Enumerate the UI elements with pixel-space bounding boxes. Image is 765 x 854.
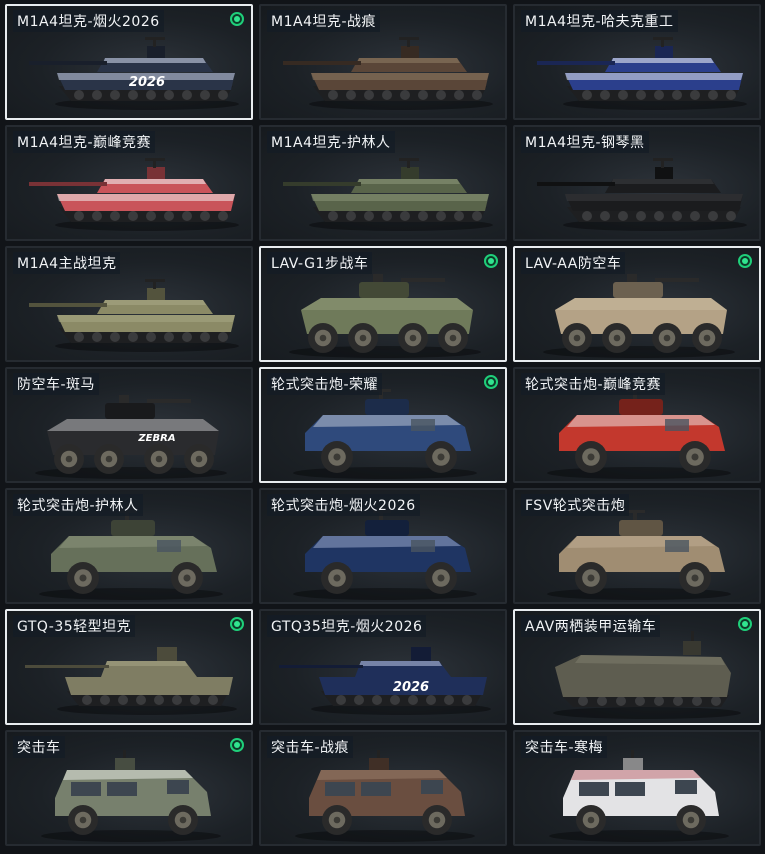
- vehicle-skin-card[interactable]: M1A4坦克-护林人: [259, 125, 507, 241]
- vehicle-skin-card[interactable]: GTQ-35轻型坦克: [5, 609, 253, 725]
- vehicle-skin-name: M1A4坦克-巅峰竞赛: [13, 131, 156, 153]
- vehicle-skin-name: AAV两栖装甲运输车: [521, 615, 661, 637]
- owned-indicator-icon: [738, 617, 752, 631]
- vehicle-skin-name: M1A4坦克-烟火2026: [13, 10, 164, 32]
- vehicle-skin-card[interactable]: LAV-G1步战车: [259, 246, 507, 362]
- owned-indicator-icon: [230, 738, 244, 752]
- vehicle-skin-name: LAV-AA防空车: [521, 252, 626, 274]
- vehicle-skin-name: 轮式突击炮-荣耀: [267, 373, 383, 395]
- vehicle-skin-name: 轮式突击炮-巅峰竞赛: [521, 373, 666, 395]
- vehicle-skin-card[interactable]: M1A4主战坦克: [5, 246, 253, 362]
- vehicle-skin-name: 突击车: [13, 736, 65, 758]
- vehicle-skin-card[interactable]: ZEBRA 防空车-斑马: [5, 367, 253, 483]
- vehicle-skin-name: GTQ35坦克-烟火2026: [267, 615, 427, 637]
- vehicle-skin-card[interactable]: 轮式突击炮-巅峰竞赛: [513, 367, 761, 483]
- vehicle-skin-card[interactable]: M1A4坦克-钢琴黑: [513, 125, 761, 241]
- vehicle-skin-name: 轮式突击炮-烟火2026: [267, 494, 420, 516]
- vehicle-skin-card[interactable]: M1A4坦克-哈夫克重工: [513, 4, 761, 120]
- vehicle-skin-card[interactable]: M1A4坦克-战痕: [259, 4, 507, 120]
- vehicle-skin-card[interactable]: LAV-AA防空车: [513, 246, 761, 362]
- vehicle-skin-name: 轮式突击炮-护林人: [13, 494, 143, 516]
- vehicle-skin-name: 突击车-寒梅: [521, 736, 608, 758]
- vehicle-skin-name: FSV轮式突击炮: [521, 494, 630, 516]
- vehicle-skin-card[interactable]: 轮式突击炮-荣耀: [259, 367, 507, 483]
- vehicle-skin-card[interactable]: 轮式突击炮-护林人: [5, 488, 253, 604]
- vehicle-skin-name: M1A4主战坦克: [13, 252, 121, 274]
- owned-indicator-icon: [230, 12, 244, 26]
- vehicle-skin-name: LAV-G1步战车: [267, 252, 373, 274]
- owned-indicator-icon: [230, 617, 244, 631]
- owned-indicator-icon: [484, 375, 498, 389]
- vehicle-skin-card[interactable]: 突击车: [5, 730, 253, 846]
- vehicle-skin-name: M1A4坦克-战痕: [267, 10, 381, 32]
- vehicle-skin-card[interactable]: 突击车-战痕: [259, 730, 507, 846]
- vehicle-skin-name: M1A4坦克-钢琴黑: [521, 131, 649, 153]
- vehicle-skin-card[interactable]: 2026 GTQ35坦克-烟火2026: [259, 609, 507, 725]
- livery-decal: ZEBRA: [137, 433, 175, 444]
- vehicle-skin-name: 防空车-斑马: [13, 373, 100, 395]
- vehicle-skin-name: GTQ-35轻型坦克: [13, 615, 136, 637]
- vehicle-skin-card[interactable]: 轮式突击炮-烟火2026: [259, 488, 507, 604]
- vehicle-skin-grid: 2026 M1A4坦克-烟火2026 M1A4坦克-战痕 M1A4坦克-哈夫克重工 M1…: [5, 4, 761, 846]
- owned-indicator-icon: [484, 254, 498, 268]
- vehicle-skin-card[interactable]: FSV轮式突击炮: [513, 488, 761, 604]
- vehicle-skin-name: M1A4坦克-护林人: [267, 131, 395, 153]
- vehicle-skin-card[interactable]: 突击车-寒梅: [513, 730, 761, 846]
- vehicle-skin-card[interactable]: AAV两栖装甲运输车: [513, 609, 761, 725]
- vehicle-skin-name: M1A4坦克-哈夫克重工: [521, 10, 678, 32]
- livery-decal: 2026: [129, 75, 165, 90]
- vehicle-skin-card[interactable]: M1A4坦克-巅峰竞赛: [5, 125, 253, 241]
- owned-indicator-icon: [738, 254, 752, 268]
- vehicle-skin-card[interactable]: 2026 M1A4坦克-烟火2026: [5, 4, 253, 120]
- livery-decal: 2026: [393, 680, 429, 695]
- vehicle-skin-name: 突击车-战痕: [267, 736, 354, 758]
